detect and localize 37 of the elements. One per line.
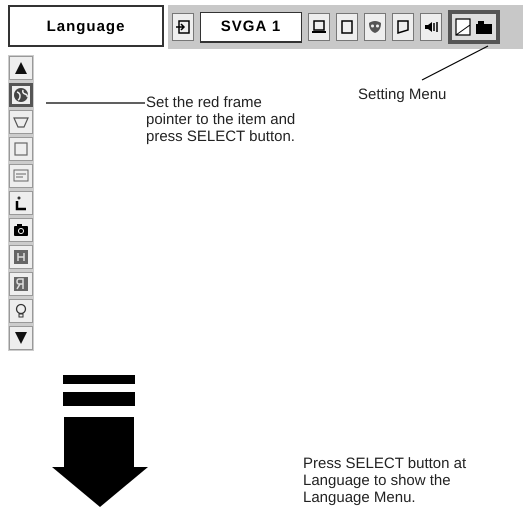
square-icon [13, 141, 29, 157]
setting-menu-icon [454, 17, 494, 37]
speaker-icon [423, 19, 439, 35]
trapezoid-icon [395, 19, 411, 35]
input-source-label: SVGA 1 [200, 12, 302, 42]
mirror-icon [13, 276, 29, 292]
menu-title: Language [8, 5, 164, 47]
setting-menu-label: Setting Menu [358, 86, 446, 103]
scroll-up-button[interactable] [9, 56, 33, 80]
square-icon [339, 19, 355, 35]
up-arrow-icon [14, 61, 28, 75]
menu-tab[interactable] [308, 13, 330, 41]
down-arrow-icon [14, 331, 28, 345]
menu-item[interactable] [9, 110, 33, 134]
menu-item[interactable] [9, 299, 33, 323]
menu-item[interactable] [9, 218, 33, 242]
computer-icon [311, 19, 327, 35]
lamp-icon [13, 303, 29, 319]
input-icon [175, 19, 191, 35]
screen-icon [13, 168, 29, 184]
menu-tab[interactable] [392, 13, 414, 41]
menu-tab[interactable] [364, 13, 386, 41]
scroll-down-button[interactable] [9, 326, 33, 350]
camera-icon [13, 222, 29, 238]
menu-tab[interactable] [336, 13, 358, 41]
menu-tab[interactable] [420, 13, 442, 41]
instruction-text: Press SELECT button at Language to show the Language Menu. [303, 455, 468, 506]
menu-tab[interactable] [448, 10, 500, 44]
leader-line [422, 45, 488, 81]
mask-icon [367, 19, 383, 35]
flip-icon [13, 249, 29, 265]
menu-item[interactable] [9, 83, 33, 107]
instruction-text: Set the red frame pointer to the item and press SELECT button. [146, 94, 296, 145]
corner-icon [13, 195, 29, 211]
menu-item[interactable] [9, 191, 33, 215]
menu-tab[interactable] [172, 13, 194, 41]
globe-icon [13, 87, 29, 103]
